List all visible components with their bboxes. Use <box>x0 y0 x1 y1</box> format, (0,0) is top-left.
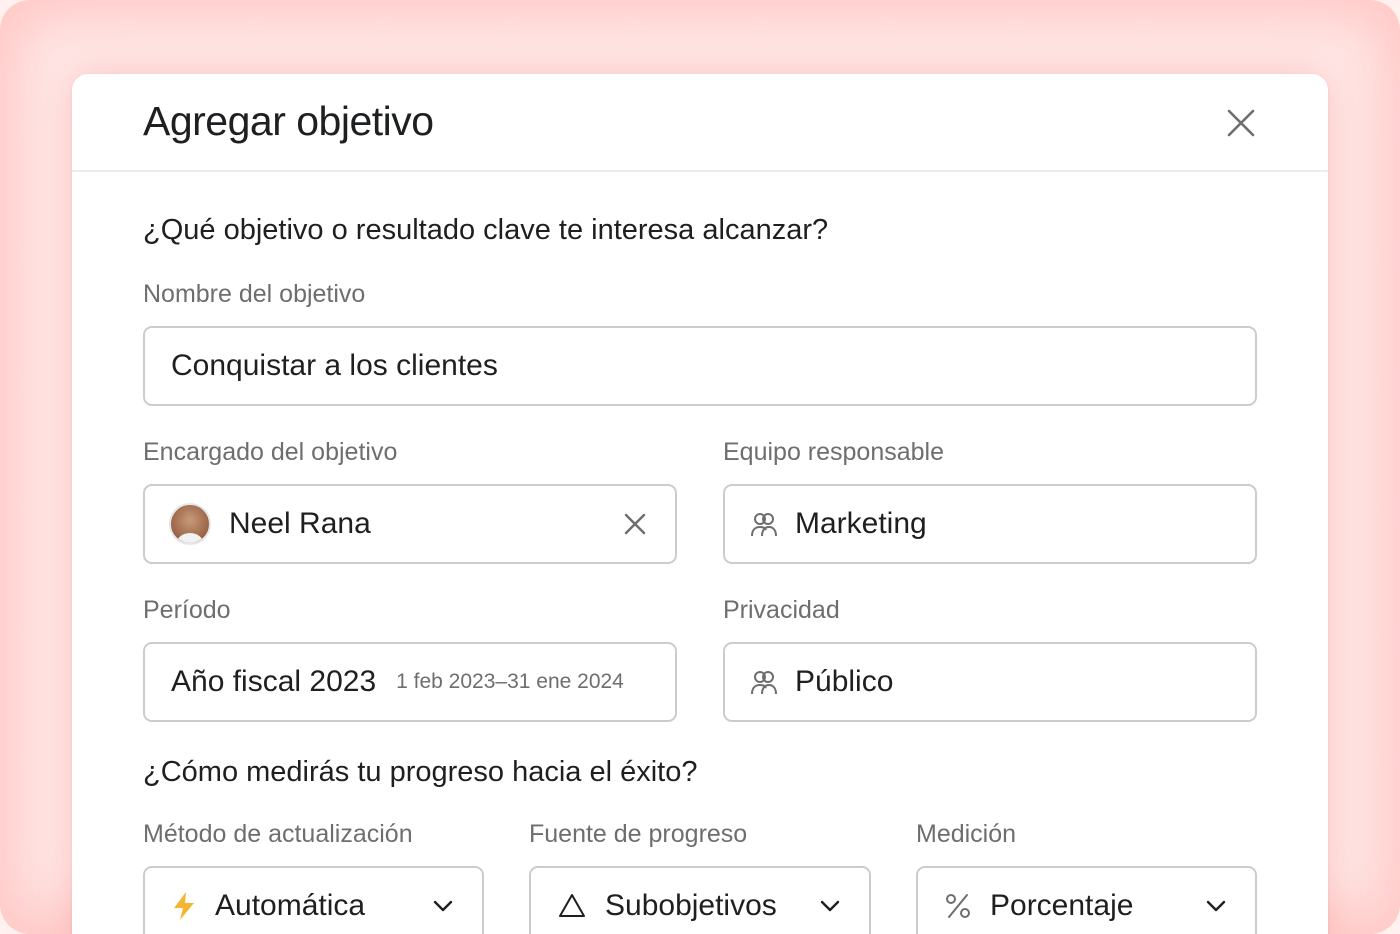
chevron-down-icon <box>432 899 454 913</box>
dialog-title: Agregar objetivo <box>143 98 434 144</box>
close-button[interactable] <box>1222 104 1260 142</box>
progress-source-label: Fuente de progreso <box>529 820 748 848</box>
privacy-value: Público <box>795 665 894 698</box>
close-icon <box>1227 109 1255 137</box>
period-value: Año fiscal 2023 <box>171 665 377 698</box>
update-method-value: Automática <box>215 889 366 922</box>
goal-name-input[interactable]: Conquistar a los clientes <box>143 326 1257 406</box>
percent-icon <box>944 892 972 920</box>
people-icon <box>749 667 779 697</box>
section-question-progress: ¿Cómo medirás tu progreso hacia el éxito… <box>143 756 698 788</box>
owner-value: Neel Rana <box>229 507 371 540</box>
avatar <box>169 503 211 545</box>
measurement-value: Porcentaje <box>990 889 1134 922</box>
close-icon <box>624 513 646 535</box>
clear-owner-button[interactable] <box>623 512 647 536</box>
goal-name-value: Conquistar a los clientes <box>171 349 498 382</box>
section-question-goal: ¿Qué objetivo o resultado clave te inter… <box>143 214 829 246</box>
period-field[interactable]: Año fiscal 2023 1 feb 2023–31 ene 2024 <box>143 642 677 722</box>
owner-label: Encargado del objetivo <box>143 438 398 466</box>
privacy-field[interactable]: Público <box>723 642 1257 722</box>
team-icon <box>749 509 779 539</box>
triangle-icon <box>557 892 587 920</box>
team-field[interactable]: Marketing <box>723 484 1257 564</box>
goal-name-label: Nombre del objetivo <box>143 280 366 308</box>
period-range: 1 feb 2023–31 ene 2024 <box>396 670 624 693</box>
team-value: Marketing <box>795 507 927 540</box>
team-label: Equipo responsable <box>723 438 944 466</box>
progress-source-select[interactable]: Subobjetivos <box>529 866 871 934</box>
privacy-label: Privacidad <box>723 596 840 624</box>
progress-source-value: Subobjetivos <box>605 889 777 922</box>
update-method-select[interactable]: Automática <box>143 866 484 934</box>
chevron-down-icon <box>1205 899 1227 913</box>
measurement-label: Medición <box>916 820 1017 848</box>
add-goal-dialog: Agregar objetivo ¿Qué objetivo o resulta… <box>72 74 1328 934</box>
measurement-select[interactable]: Porcentaje <box>916 866 1257 934</box>
dialog-header: Agregar objetivo <box>72 74 1328 172</box>
owner-field[interactable]: Neel Rana <box>143 484 677 564</box>
lightning-icon <box>171 891 197 921</box>
chevron-down-icon <box>819 899 841 913</box>
update-method-label: Método de actualización <box>143 820 413 848</box>
period-label: Período <box>143 596 231 624</box>
